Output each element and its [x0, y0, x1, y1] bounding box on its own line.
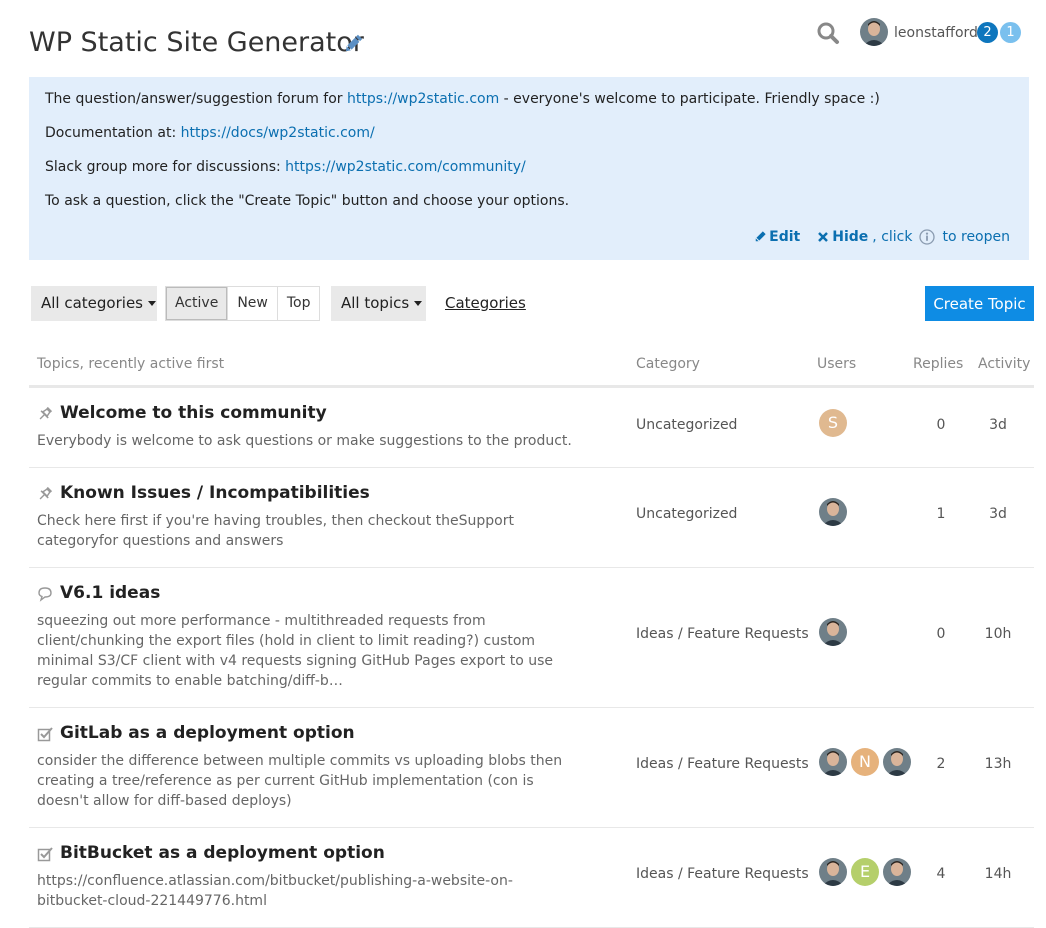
last-activity[interactable]: 10h [969, 626, 1027, 642]
header-users: Users [817, 356, 857, 372]
user-avatar[interactable] [819, 858, 847, 886]
site-header: WP Static Site Generator leonstafford 2 … [0, 0, 1046, 75]
topics-dropdown[interactable]: All topics [331, 286, 426, 321]
reply-count: 2 [936, 756, 946, 772]
create-topic-button[interactable]: Create Topic [925, 286, 1034, 321]
topic-users: E [819, 858, 911, 886]
header-category[interactable]: Category [636, 356, 700, 372]
topic-row[interactable]: Welcome to this community Everybody is we… [29, 388, 1034, 468]
community-link[interactable]: https://wp2static.com/community/ [285, 159, 526, 175]
topic-excerpt: https://confluence.atlassian.com/bitbuck… [37, 873, 513, 909]
reply-count: 0 [936, 626, 946, 642]
topic-list: Topics, recently active first Category U… [29, 346, 1034, 928]
user-avatar[interactable] [819, 748, 847, 776]
topic-category[interactable]: Ideas / Feature Requests [636, 626, 809, 642]
user-avatar-letter[interactable]: E [851, 858, 879, 886]
caret-down-icon [414, 301, 423, 306]
reopen-hint: to reopen [942, 229, 1010, 245]
pencil-icon[interactable] [342, 33, 364, 55]
topic-excerpt: Everybody is welcome to ask questions or… [37, 433, 572, 449]
topic-category[interactable]: Ideas / Feature Requests [636, 866, 809, 882]
topic-users: N [819, 748, 911, 776]
category-dropdown[interactable]: All categories [31, 286, 157, 321]
banner-line: To ask a question, click the "Create Top… [45, 193, 570, 209]
header-replies[interactable]: Replies [913, 356, 963, 372]
username[interactable]: leonstafford [894, 23, 978, 43]
topic-excerpt: squeezing out more performance - multith… [37, 613, 554, 689]
info-icon[interactable] [919, 229, 936, 245]
topic-row[interactable]: Known Issues / Incompatibilities Check he… [29, 468, 1034, 568]
topic-users: S [819, 409, 847, 437]
topic-category[interactable]: Uncategorized [636, 417, 737, 433]
user-avatar[interactable] [860, 18, 888, 46]
reply-count: 0 [936, 417, 946, 433]
message-badge[interactable]: 1 [1000, 22, 1021, 43]
topic-row[interactable]: GitLab as a deployment option consider th… [29, 708, 1034, 828]
banner-line: The question/answer/suggestion forum for… [45, 91, 880, 107]
welcome-banner: The question/answer/suggestion forum for… [29, 77, 1029, 260]
banner-hide-button[interactable]: Hide [818, 227, 868, 247]
banner-actions: Edit Hide , click to reopen [754, 227, 1010, 247]
pencil-icon [755, 231, 766, 242]
checkbox-icon [37, 726, 53, 742]
user-avatar[interactable] [819, 498, 847, 526]
user-avatar[interactable] [883, 748, 911, 776]
banner-link[interactable]: https://wp2static.com [347, 91, 499, 107]
reply-count: 4 [936, 866, 946, 882]
banner-edit-button[interactable]: Edit [754, 227, 800, 247]
user-avatar-letter[interactable]: S [819, 409, 847, 437]
topic-title[interactable]: Known Issues / Incompatibilities [60, 483, 370, 503]
topic-row[interactable]: V6.1 ideas squeezing out more performance… [29, 568, 1034, 708]
topic-category[interactable]: Ideas / Feature Requests [636, 756, 809, 772]
topic-title[interactable]: V6.1 ideas [60, 583, 160, 603]
site-title[interactable]: WP Static Site Generator [29, 26, 364, 60]
filter-tabs: Active New Top [165, 286, 321, 321]
banner-line: Documentation at: https://docs/wp2static… [45, 125, 375, 141]
chat-bubble-icon [37, 586, 53, 602]
header-topics[interactable]: Topics, recently active first [37, 356, 224, 372]
topic-list-header: Topics, recently active first Category U… [29, 346, 1034, 388]
banner-line: Slack group more for discussions: https:… [45, 159, 526, 175]
user-avatar[interactable] [883, 858, 911, 886]
notification-badge[interactable]: 2 [977, 22, 998, 43]
search-icon[interactable] [815, 20, 841, 46]
last-activity[interactable]: 13h [969, 756, 1027, 772]
header-activity[interactable]: Activity [978, 356, 1030, 372]
topic-excerpt: consider the difference between multiple… [37, 753, 563, 809]
topic-title[interactable]: Welcome to this community [60, 403, 327, 423]
checkbox-icon [37, 846, 53, 862]
last-activity[interactable]: 3d [969, 417, 1027, 433]
tab-new[interactable]: New [228, 287, 278, 320]
user-avatar[interactable] [819, 618, 847, 646]
last-activity[interactable]: 14h [969, 866, 1027, 882]
topic-nav: All categories Active New Top All topics… [0, 286, 1046, 322]
hide-hint: , click [872, 229, 913, 245]
topic-users [819, 618, 847, 646]
user-avatar-letter[interactable]: N [851, 748, 879, 776]
close-icon [818, 232, 829, 242]
topic-excerpt: Check here first if you're having troubl… [37, 513, 514, 549]
topic-title[interactable]: BitBucket as a deployment option [60, 843, 385, 863]
topic-users [819, 498, 847, 526]
caret-down-icon [148, 301, 156, 306]
tab-active[interactable]: Active [166, 287, 229, 320]
docs-link[interactable]: https://docs/wp2static.com/ [181, 125, 375, 141]
topic-title[interactable]: GitLab as a deployment option [60, 723, 355, 743]
tab-top[interactable]: Top [278, 287, 320, 320]
pin-icon [37, 406, 53, 422]
topic-category[interactable]: Uncategorized [636, 506, 737, 522]
categories-link[interactable]: Categories [445, 294, 526, 312]
pin-icon [37, 486, 53, 502]
reply-count: 1 [936, 506, 946, 522]
topic-row[interactable]: BitBucket as a deployment option https://… [29, 828, 1034, 928]
last-activity[interactable]: 3d [969, 506, 1027, 522]
